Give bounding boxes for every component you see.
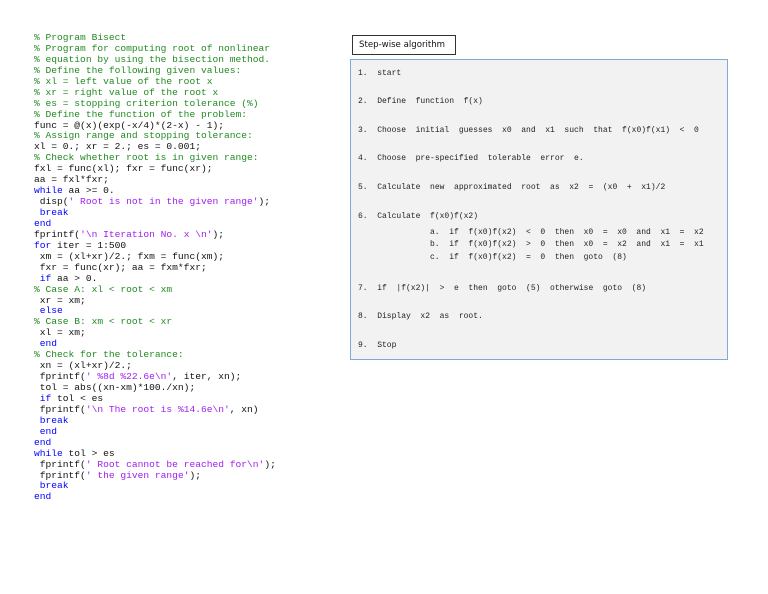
code-token-plain: fprintf( (34, 371, 86, 383)
code-token-plain: fxr = func(xr); aa = fxm*fxr; (34, 261, 207, 273)
matlab-code-listing: % Program Bisect% Program for computing … (34, 32, 276, 503)
code-token-comment: % Case A: xl < root < xm (34, 283, 173, 295)
step-9: 9. Stop (358, 341, 397, 350)
code-token-keyword: else (34, 305, 63, 317)
code-token-comment: % equation by using the bisection method… (34, 53, 271, 65)
code-line: fprintf('\n The root is %14.6e\n', xn) (34, 403, 276, 416)
code-token-comment: % Define the following given values: (34, 64, 242, 76)
code-line: fprintf(' the given range'); (34, 469, 276, 482)
code-token-comment: % Define the function of the problem: (34, 108, 248, 120)
code-token-keyword: break (34, 207, 69, 218)
step-7: 7. if |f(x2)| > e then goto (5) otherwis… (358, 284, 647, 293)
code-token-keyword: if (34, 272, 52, 284)
code-token-plain: ); (212, 228, 224, 240)
code-token-plain: xl = xm; (34, 327, 86, 339)
code-token-keyword: break (34, 480, 69, 492)
code-token-plain: fprintf( (34, 469, 86, 481)
code-token-plain: disp( (34, 196, 69, 208)
code-token-keyword: end (34, 491, 52, 503)
code-token-comment: % Assign range and stopping tolerance: (34, 130, 253, 142)
algorithm-panel: 1. start 2. Define function f(x) 3. Choo… (350, 59, 728, 360)
code-token-plain: fxl = func(xl); fxr = func(xr); (34, 163, 213, 175)
step-6a: a. if f(x0)f(x2) < 0 then x0 = x0 and x1… (430, 228, 704, 237)
code-token-plain: fprintf( (34, 228, 81, 240)
code-token-string: ' Root is not in the given range' (68, 196, 259, 208)
code-token-string: '\n The root is %14.6e\n' (85, 403, 230, 415)
code-token-plain: xm = (xl+xr)/2.; fxm = func(xm); (34, 250, 224, 262)
code-line: end (34, 491, 276, 503)
code-token-comment: % es = stopping criterion tolerance (%) (34, 97, 259, 109)
step-6b: b. if f(x0)f(x2) > 0 then x0 = x2 and x1… (430, 240, 704, 249)
step-3: 3. Choose initial guesses x0 and x1 such… (358, 126, 699, 135)
code-token-string: '\n Iteration No. x \n' (80, 228, 213, 240)
code-token-plain: , xn) (229, 403, 259, 415)
code-token-keyword: while (34, 185, 63, 197)
code-token-comment: % Case B: xm < root < xr (34, 316, 173, 328)
step-1: 1. start (358, 69, 402, 78)
algorithm-title: Step-wise algorithm (359, 40, 446, 50)
code-token-keyword: if (34, 392, 52, 404)
code-line: xl = xm; (34, 327, 276, 339)
code-token-plain: tol < es (51, 392, 104, 404)
code-line: xr = xm; (34, 294, 276, 307)
code-token-plain: fprintf( (34, 403, 86, 415)
code-token-comment: % Program for computing root of nonlinea… (34, 42, 271, 54)
code-token-plain: xr = xm; (34, 294, 86, 306)
code-line: end (34, 425, 276, 438)
code-token-plain: iter = 1:500 (51, 239, 127, 251)
code-token-keyword: end (34, 425, 58, 437)
code-token-keyword: for (34, 239, 52, 251)
code-token-comment: % Check for the tolerance: (34, 349, 184, 361)
step-6: 6. Calculate f(x0)f(x2) (358, 212, 479, 221)
code-token-comment: % Program Bisect (34, 32, 127, 43)
code-token-keyword: while (34, 447, 63, 459)
code-token-plain: xl = 0.; xr = 2.; es = 0.001; (34, 141, 201, 153)
code-line: break (34, 207, 276, 219)
code-token-plain: ); (264, 458, 276, 470)
code-token-plain: aa >= 0. (62, 185, 115, 197)
code-token-plain: tol = abs((xn-xm)*100./xn); (34, 382, 196, 393)
code-line: break (34, 480, 276, 492)
step-8: 8. Display x2 as root. (358, 312, 483, 321)
code-line: break (34, 414, 276, 427)
code-token-plain: fprintf( (34, 458, 86, 470)
code-token-string: ' Root cannot be reached for\n' (85, 458, 265, 470)
code-token-comment: % xl = left value of the root x (34, 75, 213, 87)
code-token-string: ' %8d %22.6e\n' (85, 371, 173, 383)
code-token-string: ' the given range' (85, 469, 190, 481)
code-token-plain: aa > 0. (51, 272, 98, 284)
step-4: 4. Choose pre-specified tolerable error … (358, 154, 584, 163)
step-5: 5. Calculate new approximated root as x2… (358, 183, 666, 192)
algorithm-title-box: Step-wise algorithm (352, 35, 456, 55)
code-token-keyword: end (34, 436, 52, 448)
code-token-plain: func = @(x)(exp(-x/4)*(2-x) - 1); (34, 119, 224, 131)
code-line: disp(' Root is not in the given range'); (34, 196, 276, 208)
code-token-plain: ); (189, 469, 201, 481)
code-token-plain: , iter, xn); (172, 371, 242, 383)
step-6c: c. if f(x0)f(x2) = 0 then goto (8) (430, 253, 627, 262)
code-token-plain: tol > es (62, 447, 115, 459)
code-token-comment: % xr = right value of the root x (34, 86, 219, 98)
code-token-plain: xn = (xl+xr)/2.; (34, 360, 132, 372)
code-token-plain: aa = fxl*fxr; (34, 174, 109, 186)
code-token-keyword: end (34, 217, 52, 229)
code-token-keyword: end (34, 338, 58, 350)
code-token-plain: ); (258, 196, 271, 208)
code-token-comment: % Check whether root is in given range: (34, 152, 259, 164)
step-2: 2. Define function f(x) (358, 97, 483, 106)
code-token-keyword: break (34, 414, 69, 426)
